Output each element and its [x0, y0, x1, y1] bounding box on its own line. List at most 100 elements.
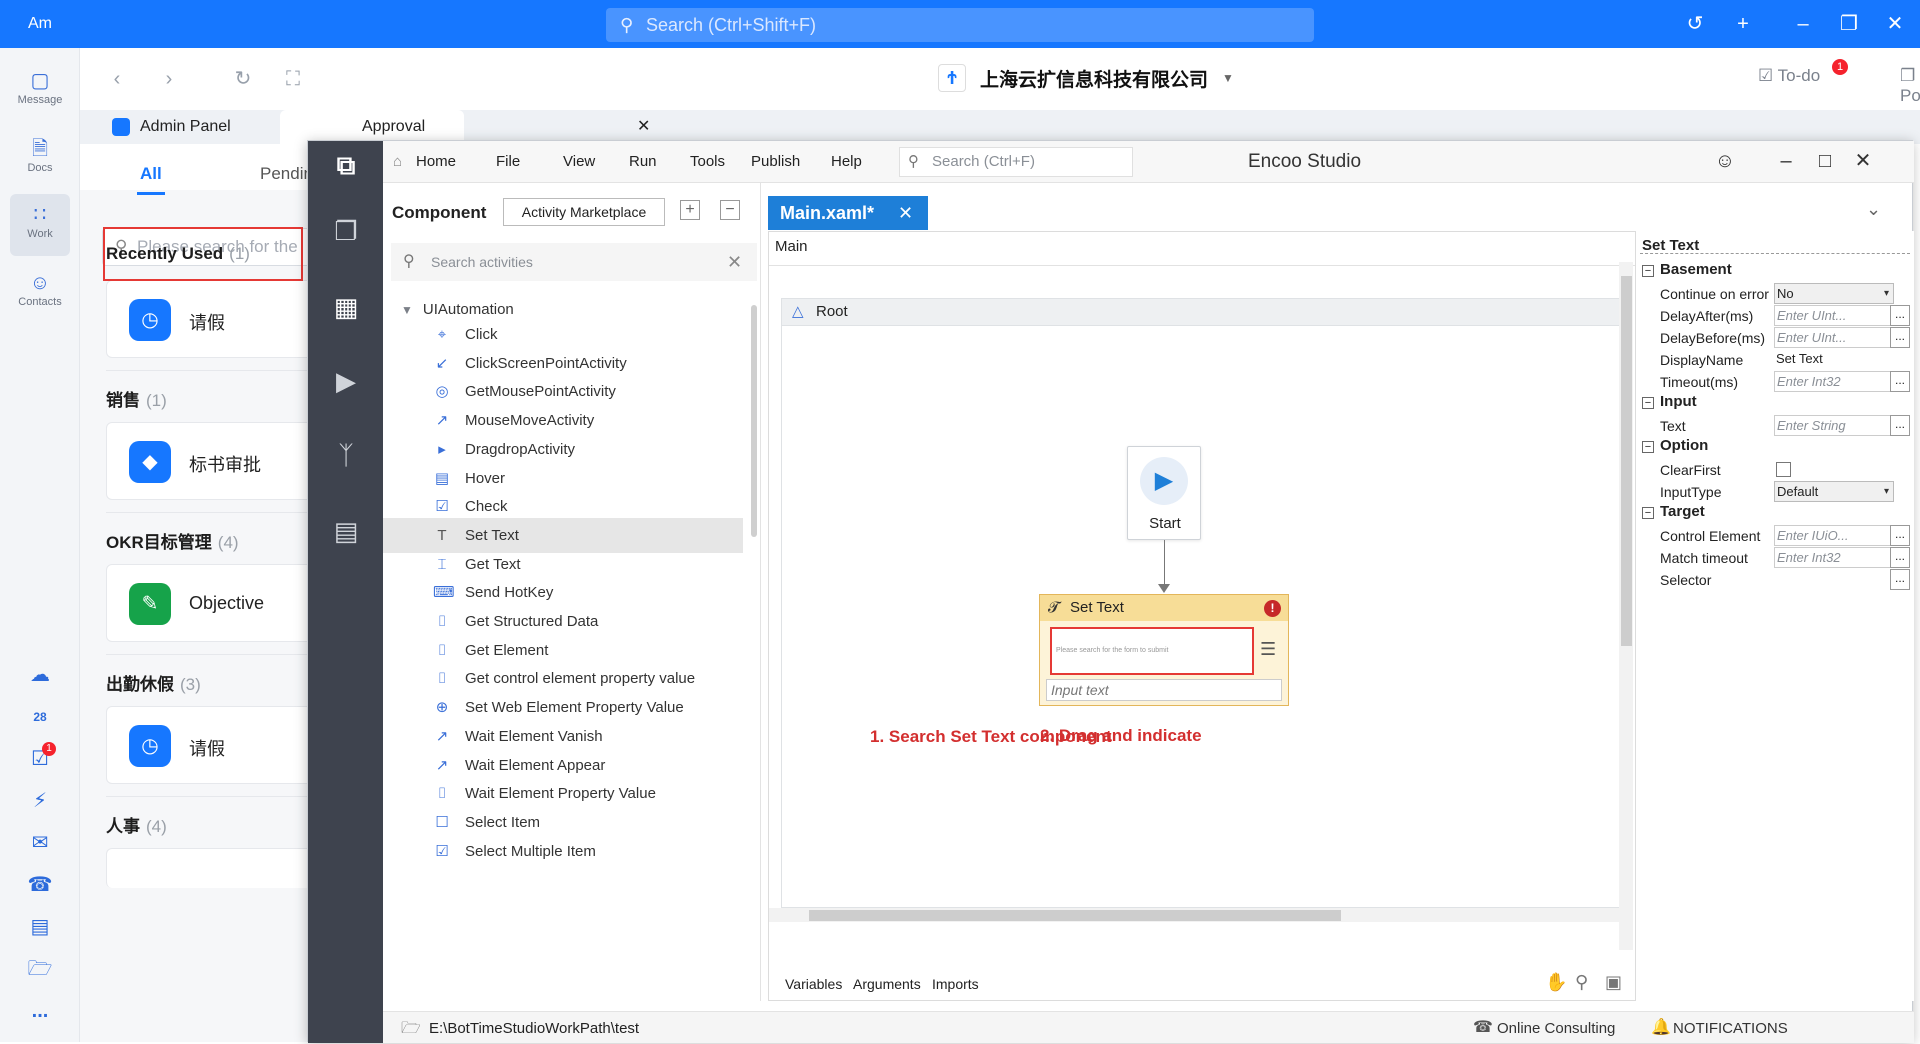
forward-icon[interactable]: ›	[156, 66, 182, 92]
folder-icon[interactable]: 🗁	[26, 956, 54, 982]
target-menu-icon[interactable]: ☰	[1260, 639, 1276, 660]
designer-canvas[interactable]: ▶ Start 𝓣 Set Text ! Please search for t…	[781, 326, 1625, 908]
refresh-icon[interactable]: ↻	[230, 66, 256, 92]
cloud-icon[interactable]: ☁	[26, 662, 54, 688]
property-edit-button[interactable]: ...	[1890, 547, 1910, 568]
property-checkbox[interactable]	[1776, 462, 1791, 477]
tab-pending[interactable]: Pendin	[260, 164, 313, 184]
popup-button[interactable]: ❐ Popup...	[1900, 66, 1920, 106]
notifications-link[interactable]: NOTIFICATIONS	[1673, 1020, 1788, 1037]
designer-vertical-scrollbar[interactable]	[1619, 262, 1633, 950]
document-tab-main[interactable]: Main.xaml* ✕	[768, 196, 928, 230]
root-container-header[interactable]: △ Root	[781, 298, 1625, 326]
package-icon[interactable]: ▤	[328, 513, 364, 549]
zoom-icon[interactable]: ⚲	[1575, 972, 1588, 993]
tab-imports[interactable]: Imports	[932, 976, 979, 992]
fit-screen-icon[interactable]: ▣	[1605, 972, 1622, 993]
files-icon[interactable]: ❐	[328, 213, 364, 249]
close-icon[interactable]: ✕	[1851, 149, 1875, 173]
user-icon[interactable]: ☺	[1713, 149, 1737, 173]
activity-item[interactable]: ☑ Select Multiple Item	[383, 834, 743, 869]
property-input[interactable]: Enter UInt...	[1774, 327, 1894, 348]
restore-icon[interactable]: ❐	[1834, 10, 1864, 38]
sidebar-item-docs[interactable]: 🗎 Docs	[10, 128, 70, 190]
target-preview[interactable]: Please search for the form to submit	[1050, 627, 1254, 675]
user-avatar[interactable]: Am	[22, 10, 58, 38]
mail-icon[interactable]: ✉	[26, 830, 54, 856]
property-input[interactable]: Set Text	[1774, 349, 1894, 370]
property-input[interactable]: Enter String	[1774, 415, 1894, 436]
components-icon[interactable]: ▦	[328, 289, 364, 325]
menu-tools[interactable]: Tools	[690, 153, 725, 170]
set-text-input-field[interactable]: Input text	[1046, 679, 1282, 701]
fullscreen-icon[interactable]: ⛶	[280, 66, 306, 92]
property-input[interactable]: Enter Int32	[1774, 371, 1894, 392]
close-icon[interactable]: ✕	[1880, 10, 1910, 38]
minimize-icon[interactable]: –	[1774, 149, 1798, 173]
collapse-all-icon[interactable]: −	[720, 200, 740, 220]
property-edit-button[interactable]: ...	[1890, 327, 1910, 348]
online-consulting-link[interactable]: Online Consulting	[1497, 1020, 1615, 1037]
branch-icon[interactable]: ᛉ	[328, 437, 364, 473]
tab-variables[interactable]: Variables	[785, 976, 842, 992]
history-icon[interactable]: ↺	[1680, 10, 1710, 38]
company-switcher[interactable]: Ϯ 上海云扩信息科技有限公司 ▼	[938, 62, 1234, 94]
calendar-icon[interactable]: 28	[26, 704, 54, 730]
tab-approval[interactable]: Approval ✕	[280, 110, 650, 144]
property-group[interactable]: − Target	[1642, 503, 1705, 520]
property-group[interactable]: − Basement	[1642, 261, 1732, 278]
property-group[interactable]: − Input	[1642, 393, 1697, 410]
property-edit-button[interactable]: ...	[1890, 305, 1910, 326]
sidebar-item-contacts[interactable]: ☺ Contacts	[10, 262, 70, 324]
scroll-thumb[interactable]	[1621, 276, 1632, 646]
minimize-icon[interactable]: –	[1788, 10, 1818, 38]
sidebar-item-message[interactable]: ▢ Message	[10, 60, 70, 122]
designer-horizontal-scrollbar[interactable]	[769, 908, 1619, 922]
activity-list-scrollbar[interactable]	[751, 305, 757, 537]
property-select[interactable]: Default ▾	[1774, 481, 1894, 502]
menu-file[interactable]: File	[496, 153, 520, 170]
property-edit-button[interactable]: ...	[1890, 569, 1910, 590]
form-card[interactable]	[106, 848, 316, 888]
global-search-input[interactable]: ⚲ Search (Ctrl+Shift+F)	[606, 8, 1314, 42]
chevron-down-icon[interactable]: ⌄	[1866, 199, 1881, 220]
debug-icon[interactable]: ▶	[328, 363, 364, 399]
expand-all-icon[interactable]: +	[680, 200, 700, 220]
studio-search-input[interactable]: ⚲ Search (Ctrl+F)	[899, 147, 1133, 177]
property-edit-button[interactable]: ...	[1890, 415, 1910, 436]
scroll-thumb[interactable]	[809, 910, 1341, 921]
plus-icon[interactable]: +	[1728, 10, 1758, 38]
start-node[interactable]: ▶ Start	[1127, 446, 1201, 540]
menu-run[interactable]: Run	[629, 153, 657, 170]
tasks-icon[interactable]: ▤	[26, 914, 54, 940]
property-input[interactable]: Enter UInt...	[1774, 305, 1894, 326]
menu-publish[interactable]: Publish	[751, 153, 800, 170]
lightning-icon[interactable]: ⚡	[26, 788, 54, 814]
back-icon[interactable]: ‹	[104, 66, 130, 92]
activity-search-input[interactable]: ⚲ Search activities ✕	[391, 243, 757, 281]
menu-view[interactable]: View	[563, 153, 595, 170]
pan-hand-icon[interactable]: ✋	[1545, 972, 1567, 993]
property-edit-button[interactable]: ...	[1890, 371, 1910, 392]
property-input[interactable]: Enter IUiO...	[1774, 525, 1894, 546]
set-text-activity-node[interactable]: 𝓣 Set Text ! Please search for the form …	[1039, 594, 1289, 706]
close-tab-icon[interactable]: ✕	[637, 110, 650, 144]
property-group[interactable]: − Option	[1642, 437, 1708, 454]
close-tab-icon[interactable]: ✕	[898, 196, 913, 230]
form-card[interactable]: ◷ 请假	[106, 706, 316, 784]
clear-search-icon[interactable]: ✕	[727, 243, 742, 281]
activity-marketplace-button[interactable]: Activity Marketplace	[503, 198, 665, 226]
breadcrumb[interactable]: Main	[775, 238, 808, 255]
maximize-icon[interactable]: □	[1813, 149, 1837, 173]
activity-group-uiautomation[interactable]: ▼ UIAutomation	[401, 301, 514, 318]
home-icon[interactable]: ⌂	[393, 153, 402, 170]
form-card[interactable]: ◷ 请假	[106, 280, 316, 358]
more-icon[interactable]: ...	[26, 998, 54, 1024]
tab-all[interactable]: All	[140, 164, 162, 184]
tab-arguments[interactable]: Arguments	[853, 976, 921, 992]
phone-icon[interactable]: ☎	[26, 872, 54, 898]
folder-icon[interactable]: 🗁	[401, 1017, 421, 1044]
property-edit-button[interactable]: ...	[1890, 525, 1910, 546]
menu-help[interactable]: Help	[831, 153, 862, 170]
form-card[interactable]: ◆ 标书审批	[106, 422, 316, 500]
